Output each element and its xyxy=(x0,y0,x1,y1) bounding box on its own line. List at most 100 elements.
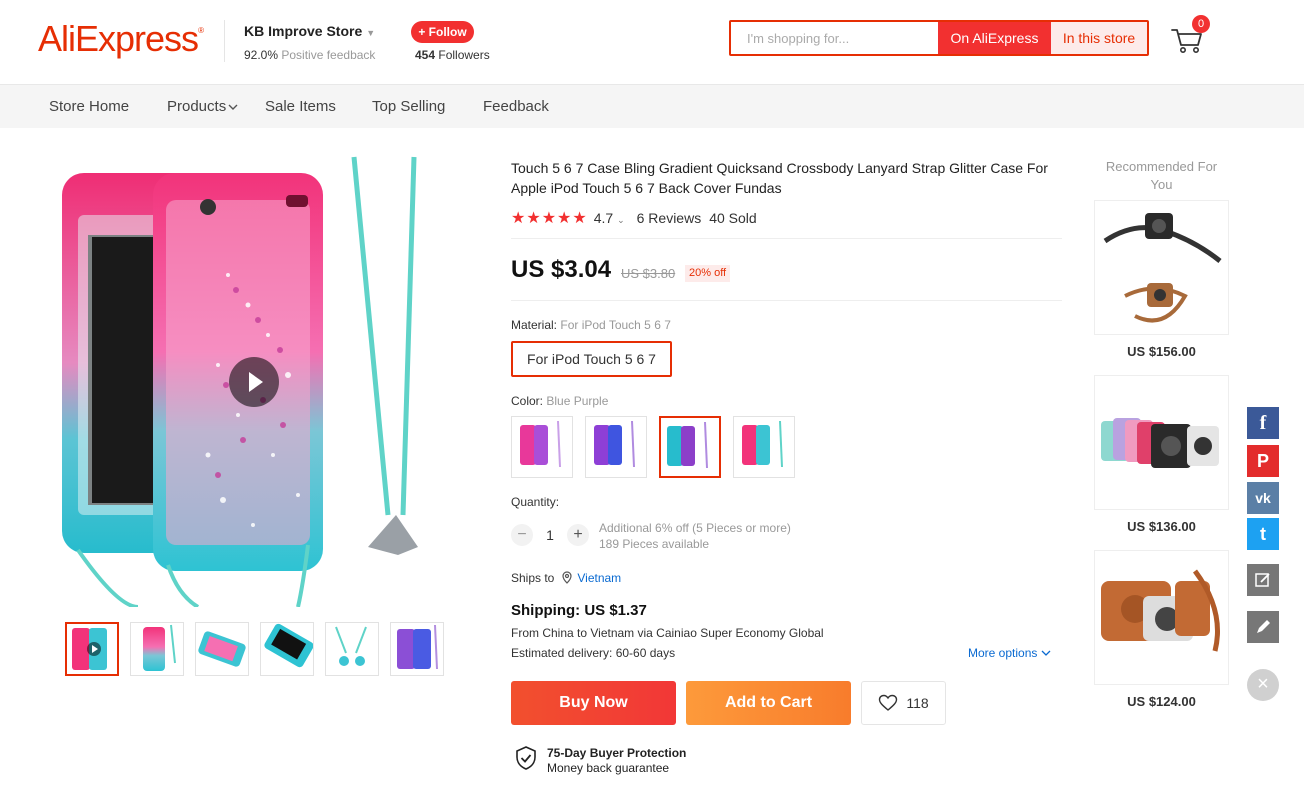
nav-products-label: Products xyxy=(167,98,227,115)
quantity-increase-button[interactable]: + xyxy=(567,524,589,546)
nav-sale-items[interactable]: Sale Items xyxy=(265,98,336,115)
original-price: US $3.80 xyxy=(621,266,676,281)
rating-number: 4.7 xyxy=(593,210,614,226)
thumb-image xyxy=(72,628,107,670)
recommended-image xyxy=(1101,418,1219,468)
rating-value[interactable]: 4.7 ⌄ xyxy=(594,210,625,226)
edit-box-glyph xyxy=(1255,573,1270,587)
quantity-note: Additional 6% off (5 Pieces or more) 189 … xyxy=(599,520,791,552)
followers-count: 454 Followers xyxy=(415,48,490,62)
store-name-text: KB Improve Store xyxy=(244,23,363,39)
bulk-discount-text: Additional 6% off (5 Pieces or more) xyxy=(599,521,791,535)
followers-number: 454 xyxy=(415,48,436,62)
store-feedback: 92.0% Positive feedback xyxy=(244,48,375,62)
shield-check-icon xyxy=(516,746,536,770)
wishlist-count: 118 xyxy=(906,695,929,711)
aliexpress-logo[interactable]: AliExpress® xyxy=(38,18,204,60)
location-pin-icon xyxy=(562,571,572,584)
logo-text: AliExpress xyxy=(38,18,199,59)
quantity-decrease-button[interactable]: − xyxy=(511,524,533,546)
gallery-thumb[interactable] xyxy=(390,622,444,676)
quantity-value[interactable]: 1 xyxy=(540,527,560,543)
thumb-image xyxy=(264,623,313,668)
thumb-image xyxy=(143,624,176,671)
swatch-image xyxy=(742,420,783,468)
recommended-price: US $136.00 xyxy=(1127,519,1196,534)
gallery-thumb[interactable] xyxy=(325,622,379,676)
estimated-delivery: Estimated delivery: 60-60 days xyxy=(511,646,676,660)
follow-button[interactable]: + Follow xyxy=(411,21,474,43)
play-video-icon[interactable] xyxy=(229,357,279,407)
color-swatch[interactable] xyxy=(585,416,647,478)
recommended-image xyxy=(1101,569,1220,652)
twitter-share-icon[interactable]: t xyxy=(1247,518,1279,550)
chevron-down-icon: ⌄ xyxy=(617,215,625,225)
heart-icon xyxy=(879,694,898,711)
nav-feedback[interactable]: Feedback xyxy=(483,98,549,115)
nav-products[interactable]: Products xyxy=(167,98,238,115)
gallery-thumb[interactable] xyxy=(260,622,314,676)
sold-count: 40 Sold xyxy=(709,210,757,226)
nav-top-selling[interactable]: Top Selling xyxy=(372,98,445,115)
pinterest-share-icon[interactable]: P xyxy=(1247,445,1279,477)
pencil-icon[interactable] xyxy=(1247,611,1279,643)
add-to-cart-button[interactable]: Add to Cart xyxy=(686,681,851,725)
recommended-item[interactable] xyxy=(1094,375,1229,510)
recommended-item[interactable] xyxy=(1094,550,1229,685)
gallery-thumb[interactable] xyxy=(130,622,184,676)
recommended-image xyxy=(1103,213,1222,323)
recommended-price: US $124.00 xyxy=(1127,694,1196,709)
color-swatch-selected[interactable] xyxy=(659,416,721,478)
ships-to-label: Ships to xyxy=(511,571,555,585)
material-option[interactable]: For iPod Touch 5 6 7 xyxy=(511,341,672,377)
pencil-glyph xyxy=(1257,620,1270,633)
color-swatch[interactable] xyxy=(511,416,573,478)
divider xyxy=(511,300,1062,301)
search-input[interactable] xyxy=(731,22,938,54)
ships-to-country-link[interactable]: Vietnam xyxy=(577,571,621,585)
color-selected-value: Blue Purple xyxy=(546,394,609,408)
rating-row: ★★★★★ 4.7 ⌄ 6 Reviews 40 Sold xyxy=(511,208,757,228)
search-aliexpress-button[interactable]: On AliExpress xyxy=(938,22,1051,54)
thumb-image xyxy=(397,624,438,670)
store-name[interactable]: KB Improve Store ▼ xyxy=(244,23,375,39)
vk-share-icon[interactable]: vk xyxy=(1247,482,1279,514)
protection-text: 75-Day Buyer Protection Money back guaran… xyxy=(547,746,686,776)
material-label-text: Material: xyxy=(511,318,558,332)
wishlist-button[interactable]: 118 xyxy=(861,681,946,725)
recommended-price: US $156.00 xyxy=(1127,344,1196,359)
quantity-label: Quantity: xyxy=(511,495,560,509)
search-bar: On AliExpress In this store xyxy=(729,20,1149,56)
feedback-label: Positive feedback xyxy=(281,48,376,62)
search-store-button[interactable]: In this store xyxy=(1051,22,1147,54)
close-icon[interactable]: × xyxy=(1247,669,1279,701)
divider xyxy=(511,238,1062,239)
site-header: AliExpress® KB Improve Store ▼ 92.0% Posi… xyxy=(0,0,1304,85)
facebook-share-icon[interactable]: f xyxy=(1247,407,1279,439)
logo-mark: ® xyxy=(198,26,204,35)
gallery-thumb[interactable] xyxy=(195,622,249,676)
recommended-item[interactable] xyxy=(1094,200,1229,335)
edit-icon[interactable] xyxy=(1247,564,1279,596)
gallery-thumb[interactable] xyxy=(65,622,119,676)
buy-now-button[interactable]: Buy Now xyxy=(511,681,676,725)
nav-store-home[interactable]: Store Home xyxy=(49,98,129,115)
shipping-route: From China to Vietnam via Cainiao Super … xyxy=(511,626,824,640)
buyer-protection: 75-Day Buyer Protection Money back guaran… xyxy=(515,746,686,776)
swatch-image xyxy=(594,420,635,468)
caret-down-icon[interactable]: ▼ xyxy=(366,28,375,38)
recommended-title: Recommended For You xyxy=(1105,159,1218,192)
thumb-image xyxy=(198,631,246,667)
product-title: Touch 5 6 7 Case Bling Gradient Quicksan… xyxy=(511,160,1048,196)
feedback-percent: 92.0% xyxy=(244,48,279,62)
discount-badge: 20% off xyxy=(685,265,731,282)
protection-subtitle: Money back guarantee xyxy=(547,761,670,775)
thumb-image xyxy=(335,626,367,666)
chevron-down-icon xyxy=(1041,650,1051,656)
swatch-image xyxy=(667,421,708,469)
color-label-text: Color: xyxy=(511,394,544,408)
more-options-link[interactable]: More options xyxy=(968,646,1051,660)
stock-available-text: 189 Pieces available xyxy=(599,537,710,551)
reviews-link[interactable]: 6 Reviews xyxy=(637,210,702,226)
color-swatch[interactable] xyxy=(733,416,795,478)
